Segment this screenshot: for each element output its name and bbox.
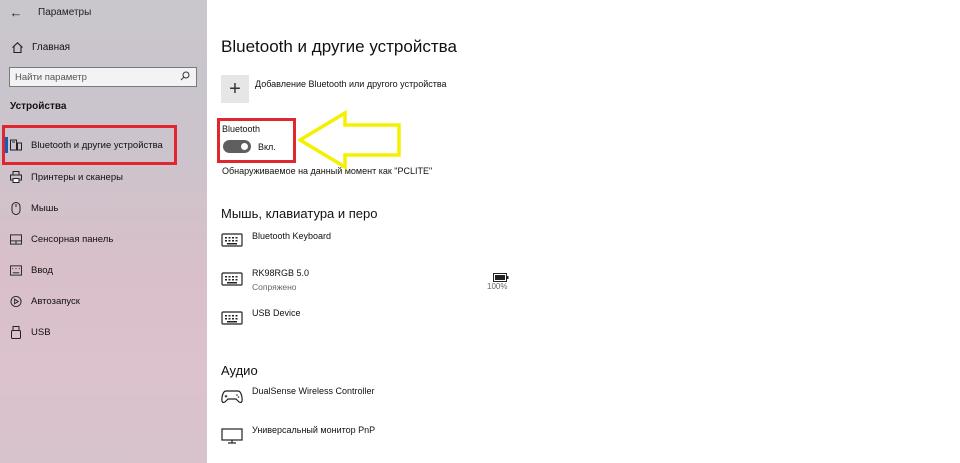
gamepad-icon [221, 389, 243, 405]
bluetooth-toggle[interactable] [223, 140, 251, 153]
device-name: DualSense Wireless Controller [252, 386, 375, 396]
search-icon [180, 71, 190, 84]
home-label: Главная [32, 41, 71, 53]
sidebar-item-autoplay[interactable]: Автозапуск [0, 290, 207, 312]
keyboard-icon [221, 272, 243, 288]
sidebar-item-label: USB [31, 326, 51, 338]
highlight-frame-sidebar [2, 125, 177, 165]
device-name: Bluetooth Keyboard [252, 231, 332, 241]
device-name: RK98RGB 5.0 [252, 268, 310, 278]
toggle-state-label: Вкл. [258, 142, 276, 152]
search-placeholder: Найти параметр [15, 71, 87, 83]
battery-icon [493, 269, 509, 282]
sidebar-item-touchpad[interactable]: Сенсорная панель [0, 228, 207, 250]
page-title: Bluetooth и другие устройства [221, 37, 457, 56]
annotation-arrow [298, 110, 401, 170]
add-device-button[interactable]: + [221, 75, 249, 103]
device-name: USB Device [252, 308, 301, 318]
monitor-icon [221, 428, 243, 444]
keyboard-icon [221, 233, 243, 249]
add-device-label[interactable]: Добавление Bluetooth или другого устройс… [255, 79, 447, 89]
touchpad-icon [10, 232, 22, 246]
section-title-devices: Устройства [10, 101, 67, 112]
sidebar-item-label: Ввод [31, 264, 53, 276]
sidebar-item-label: Сенсорная панель [31, 233, 114, 245]
sidebar-item-label: Автозапуск [31, 295, 80, 307]
plus-icon: + [229, 78, 241, 100]
device-status: Сопряжено [252, 282, 297, 292]
section-title-audio: Аудио [221, 363, 258, 378]
main-content: Bluetooth и другие устройства + Добавлен… [207, 0, 960, 463]
usb-icon [10, 325, 22, 339]
section-title-mouse-keyboard: Мышь, клавиатура и перо [221, 206, 378, 221]
bluetooth-label: Bluetooth [222, 124, 261, 134]
printer-icon [10, 170, 22, 184]
mouse-icon [10, 201, 22, 215]
home-link[interactable]: Главная [0, 36, 207, 58]
sidebar: ← Параметры Главная Найти параметр Устро… [0, 0, 207, 463]
sidebar-item-typing[interactable]: Ввод [0, 259, 207, 281]
sidebar-item-printers[interactable]: Принтеры и сканеры [0, 166, 207, 188]
device-name: Универсальный монитор PnP [252, 425, 376, 435]
keyboard-icon [221, 311, 243, 327]
search-input[interactable]: Найти параметр [9, 67, 197, 87]
battery-level: 100% [487, 282, 508, 291]
arrow-left-icon: ← [9, 4, 23, 20]
sidebar-item-mouse[interactable]: Мышь [0, 197, 207, 219]
window-title: Параметры [38, 6, 92, 18]
sidebar-item-label: Принтеры и сканеры [31, 171, 123, 183]
home-icon [10, 40, 24, 54]
back-button[interactable]: ← [0, 0, 32, 24]
sidebar-item-label: Мышь [31, 202, 59, 214]
keyboard-icon [10, 263, 22, 277]
toggle-knob [241, 143, 248, 150]
title-bar: ← Параметры [0, 0, 207, 24]
sidebar-item-usb[interactable]: USB [0, 321, 207, 343]
autoplay-icon [10, 294, 22, 308]
